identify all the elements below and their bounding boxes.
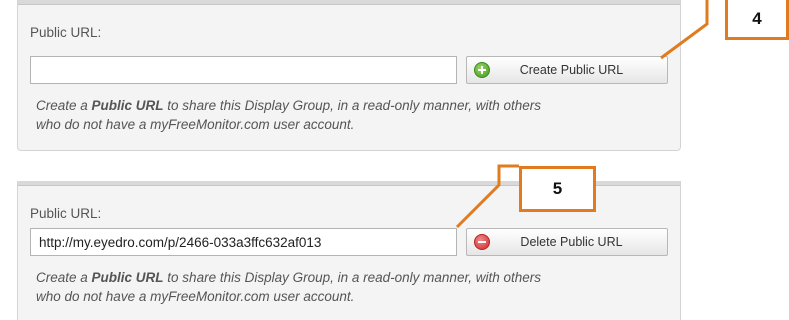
callout-5: 5	[519, 166, 596, 212]
callout-5-leader	[455, 164, 519, 229]
callout-5-number: 5	[552, 179, 563, 198]
callout-4-leader	[660, 0, 709, 60]
callout-4: 4	[725, 0, 789, 40]
callout-leader-lines	[455, 0, 709, 229]
callout-4-number: 4	[752, 8, 762, 28]
